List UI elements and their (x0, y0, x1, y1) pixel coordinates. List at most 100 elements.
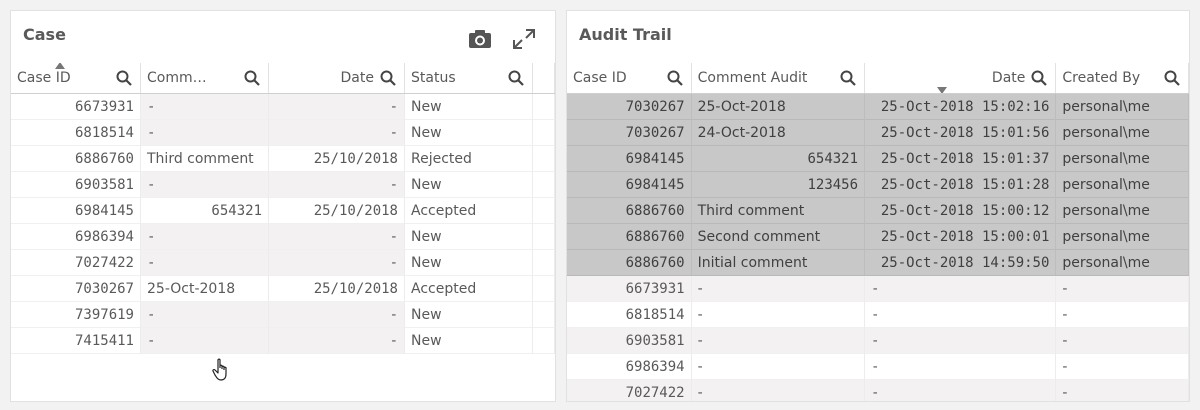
table-cell[interactable]: 7027422 (567, 380, 692, 401)
table-cell[interactable]: New (405, 172, 533, 198)
case-table-row[interactable]: 7415411- - New (11, 328, 555, 354)
table-cell[interactable]: 25-Oct-2018 15:02:16 (865, 94, 1057, 120)
search-icon[interactable] (380, 70, 396, 86)
table-cell[interactable]: personal\me (1056, 146, 1189, 172)
table-cell[interactable]: 6818514 (567, 302, 692, 328)
table-cell[interactable]: - (141, 224, 269, 250)
table-cell[interactable]: Accepted (405, 276, 533, 302)
audit-col-header-comment-audit[interactable]: Comment Audit (692, 63, 866, 93)
table-cell[interactable]: - (269, 328, 405, 354)
table-cell[interactable]: - (269, 94, 405, 120)
table-cell[interactable]: personal\me (1056, 120, 1189, 146)
table-cell[interactable]: personal\me (1056, 172, 1189, 198)
audit-col-header-created-by[interactable]: Created By (1056, 63, 1189, 93)
audit-col-header-date[interactable]: Date (865, 63, 1057, 93)
table-cell[interactable]: New (405, 250, 533, 276)
table-cell[interactable]: 25-Oct-2018 15:01:37 (865, 146, 1057, 172)
search-icon[interactable] (1031, 70, 1048, 86)
case-col-header-date[interactable]: Date (269, 63, 405, 93)
table-cell[interactable]: - (691, 380, 866, 401)
table-cell[interactable]: 6886760 (567, 224, 692, 250)
table-cell[interactable]: 25-Oct-2018 14:59:50 (865, 250, 1057, 276)
table-cell[interactable]: 7397619 (11, 302, 141, 328)
table-cell[interactable]: Accepted (405, 198, 533, 224)
table-cell[interactable]: New (405, 94, 533, 120)
table-cell[interactable]: New (405, 328, 533, 354)
table-cell[interactable]: - (865, 354, 1057, 380)
table-cell[interactable]: 6673931 (567, 276, 692, 302)
table-cell[interactable]: personal\me (1056, 250, 1189, 276)
table-cell[interactable]: - (141, 94, 269, 120)
audit-table-row[interactable]: 7027422- - - (567, 380, 1189, 401)
table-cell[interactable]: New (405, 302, 533, 328)
table-cell[interactable]: 7030267 (11, 276, 141, 302)
table-cell[interactable]: - (269, 302, 405, 328)
table-cell[interactable]: - (691, 328, 866, 354)
table-cell[interactable]: 25-Oct-2018 15:01:56 (865, 120, 1057, 146)
table-cell[interactable]: 6818514 (11, 120, 141, 146)
table-cell[interactable]: 6984145 (11, 198, 141, 224)
case-col-header-comment[interactable]: Comm… (141, 63, 269, 93)
case-table-row[interactable]: 7030267 25-Oct-2018 25/10/2018 Accepted (11, 276, 555, 302)
table-cell[interactable]: 25-Oct-2018 15:00:01 (865, 224, 1057, 250)
table-cell[interactable]: - (1056, 276, 1189, 302)
table-cell[interactable]: 7027422 (11, 250, 141, 276)
case-table-row[interactable]: 6673931- - New (11, 94, 555, 120)
table-cell[interactable]: - (691, 354, 866, 380)
table-cell[interactable]: - (141, 120, 269, 146)
audit-table-row[interactable]: 6818514- - - (567, 302, 1189, 328)
table-cell[interactable]: 654321 (141, 198, 269, 224)
audit-table-row[interactable]: 7030267 24-Oct-2018 25-Oct-2018 15:01:56 pe… (567, 120, 1189, 146)
table-cell[interactable]: Third comment (691, 198, 866, 224)
table-cell[interactable]: - (1056, 380, 1189, 401)
table-cell[interactable]: 6986394 (567, 354, 692, 380)
case-table-row[interactable]: 7397619- - New (11, 302, 555, 328)
audit-table-row[interactable]: 6984145 654321 25-Oct-2018 15:01:37 persona… (567, 146, 1189, 172)
table-cell[interactable]: 25-Oct-2018 (141, 276, 269, 302)
table-cell[interactable]: - (1056, 302, 1189, 328)
audit-table-row[interactable]: 6984145 123456 25-Oct-2018 15:01:28 persona… (567, 172, 1189, 198)
table-cell[interactable]: - (141, 250, 269, 276)
table-cell[interactable]: - (269, 172, 405, 198)
table-cell[interactable]: personal\me (1056, 198, 1189, 224)
table-cell[interactable]: 25-Oct-2018 (691, 94, 866, 120)
audit-table-row[interactable]: 6986394- - - (567, 354, 1189, 380)
case-col-header-case-id[interactable]: Case ID (11, 63, 141, 93)
case-table-row[interactable]: 6886760 Third comment 25/10/2018 Rejected (11, 146, 555, 172)
table-cell[interactable]: 25/10/2018 (269, 146, 405, 172)
audit-table-row[interactable]: 6673931- - - (567, 276, 1189, 302)
table-cell[interactable]: - (1056, 354, 1189, 380)
expand-icon[interactable] (511, 27, 537, 51)
search-icon[interactable] (244, 70, 260, 86)
table-cell[interactable]: Third comment (141, 146, 269, 172)
case-table-row[interactable]: 6818514- - New (11, 120, 555, 146)
table-cell[interactable]: 6886760 (567, 198, 692, 224)
camera-icon[interactable] (467, 27, 493, 51)
search-icon[interactable] (116, 70, 132, 86)
table-cell[interactable]: 6886760 (567, 250, 692, 276)
table-cell[interactable]: - (269, 224, 405, 250)
audit-table-row[interactable]: 6886760 Third comment 25-Oct-2018 15:00:12… (567, 198, 1189, 224)
table-cell[interactable]: 25-Oct-2018 15:00:12 (865, 198, 1057, 224)
case-table-row[interactable]: 6986394- - New (11, 224, 555, 250)
table-cell[interactable]: personal\me (1056, 224, 1189, 250)
case-table-row[interactable]: 6903581- - New (11, 172, 555, 198)
audit-table-row[interactable]: 7030267 25-Oct-2018 25-Oct-2018 15:02:16 pe… (567, 94, 1189, 120)
table-cell[interactable]: 25/10/2018 (269, 276, 405, 302)
audit-table-row[interactable]: 6886760 Second comment 25-Oct-2018 15:00:0… (567, 224, 1189, 250)
table-cell[interactable]: 7030267 (567, 94, 692, 120)
table-cell[interactable]: New (405, 120, 533, 146)
search-icon[interactable] (667, 70, 683, 86)
table-cell[interactable]: - (865, 276, 1057, 302)
table-cell[interactable]: - (141, 302, 269, 328)
case-table-row[interactable]: 7027422- - New (11, 250, 555, 276)
table-cell[interactable]: 6984145 (567, 172, 692, 198)
audit-table-row[interactable]: 6903581- - - (567, 328, 1189, 354)
search-icon[interactable] (1164, 70, 1180, 86)
table-cell[interactable]: 7030267 (567, 120, 692, 146)
table-cell[interactable]: New (405, 224, 533, 250)
table-cell[interactable]: 6903581 (11, 172, 141, 198)
audit-col-header-case-id[interactable]: Case ID (567, 63, 692, 93)
case-table-row[interactable]: 6984145 654321 25/10/2018 Accepted (11, 198, 555, 224)
table-cell[interactable]: 6903581 (567, 328, 692, 354)
